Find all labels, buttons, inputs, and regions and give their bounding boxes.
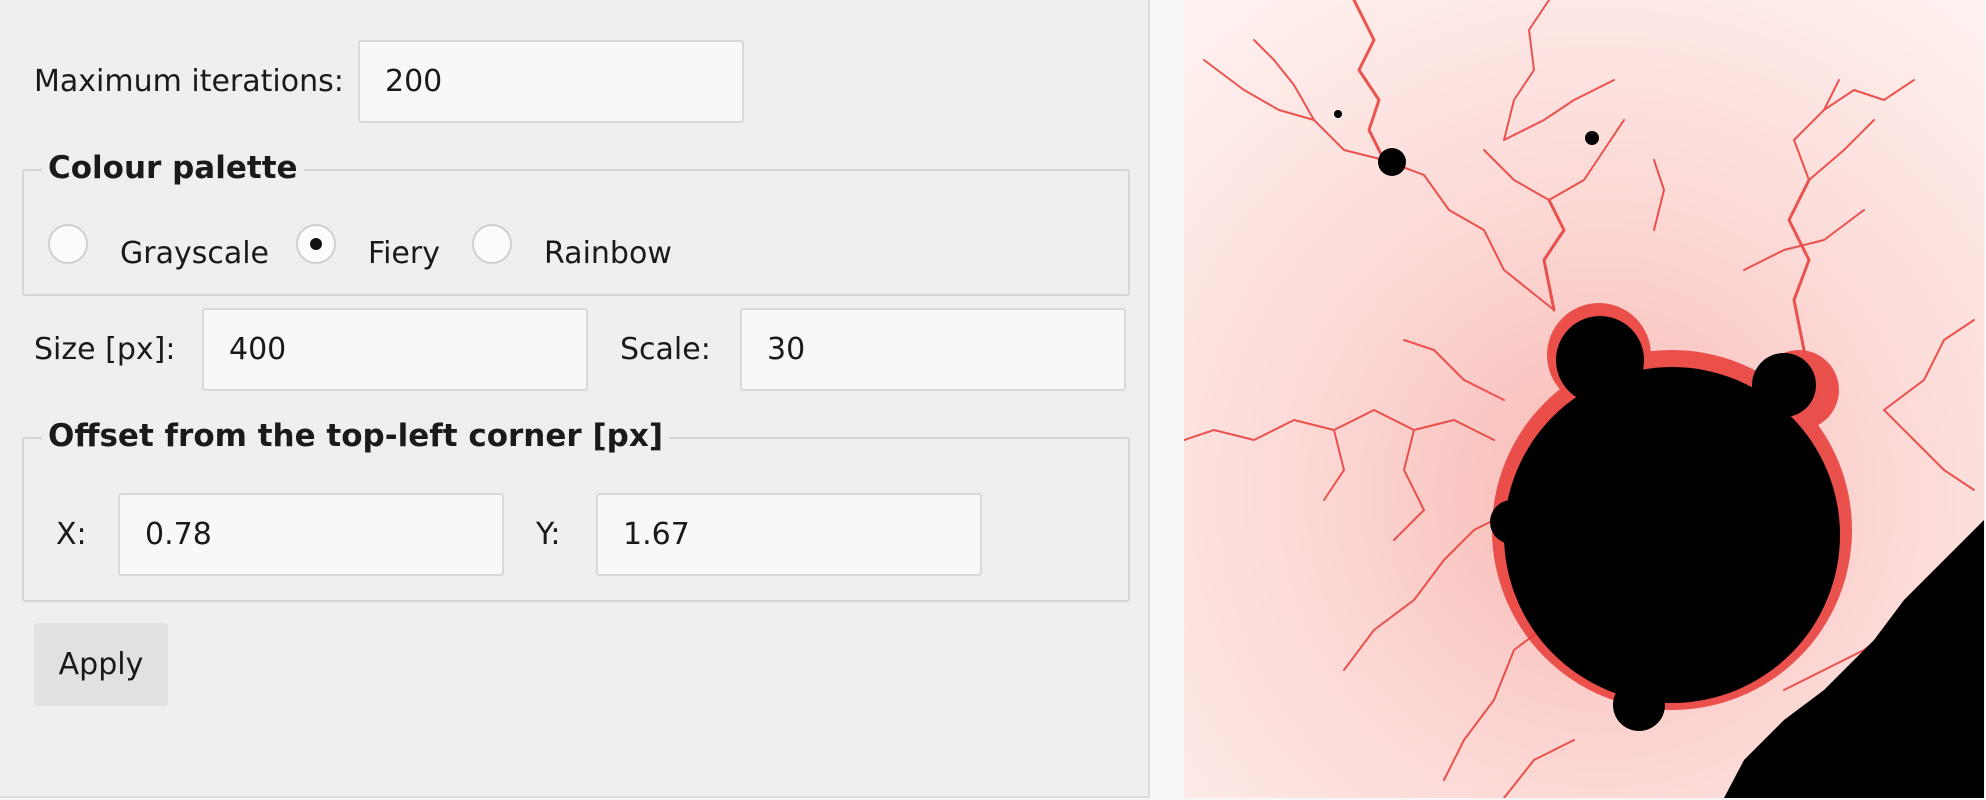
size-input[interactable]: 400: [202, 308, 588, 391]
palette-group: [22, 169, 1130, 296]
grayscale-radio[interactable]: [48, 224, 88, 264]
offset-legend: Offset from the top-left corner [px]: [42, 416, 670, 456]
y-label: Y:: [536, 517, 561, 552]
rainbow-label[interactable]: Rainbow: [544, 234, 672, 274]
y-offset-input[interactable]: 1.67: [596, 493, 982, 576]
fiery-radio[interactable]: [296, 224, 336, 264]
scale-input[interactable]: 30: [740, 308, 1126, 391]
fiery-label[interactable]: Fiery: [368, 234, 440, 274]
settings-panel: Maximum iterations: 200 Colour palette G…: [0, 0, 1150, 798]
size-label: Size [px]:: [34, 332, 176, 367]
x-offset-input[interactable]: 0.78: [118, 493, 504, 576]
max-iterations-label: Maximum iterations:: [34, 64, 344, 99]
grayscale-label[interactable]: Grayscale: [120, 234, 269, 274]
apply-button[interactable]: Apply: [34, 623, 168, 706]
palette-legend: Colour palette: [42, 148, 304, 188]
fractal-canvas: [1184, 0, 1984, 798]
max-iterations-input[interactable]: 200: [358, 40, 744, 123]
mandelbrot-render: [1184, 0, 1984, 798]
rainbow-radio[interactable]: [472, 224, 512, 264]
scale-label: Scale:: [620, 332, 711, 367]
x-label: X:: [56, 517, 87, 552]
